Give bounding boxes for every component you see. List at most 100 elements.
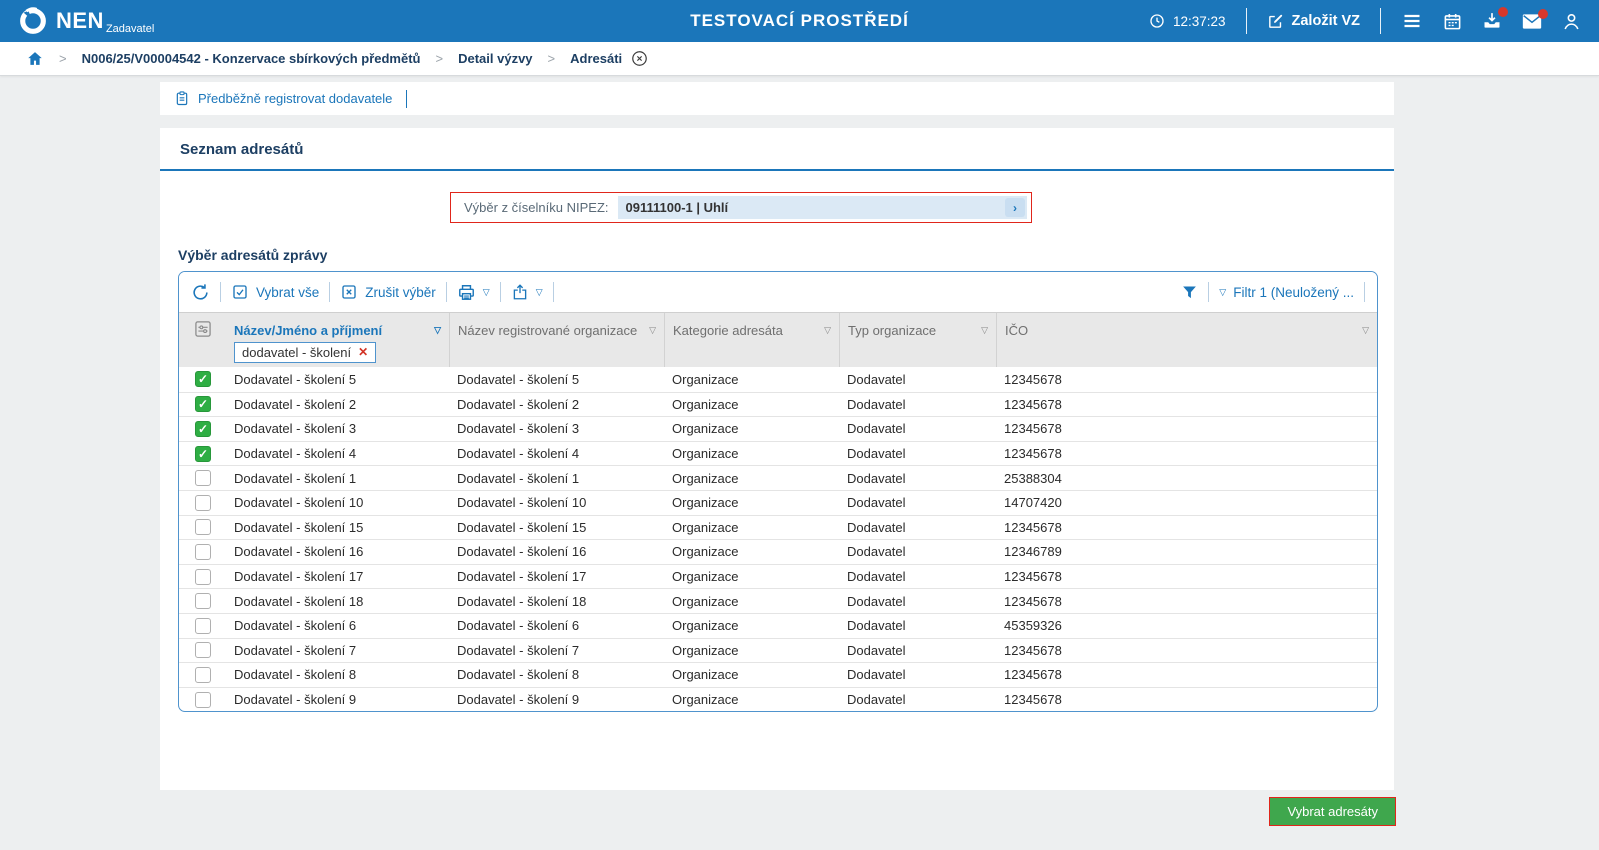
table-row[interactable]: Dodavatel - školení 7 Dodavatel - školen… xyxy=(179,638,1377,663)
table-section-title: Výběr adresátů zprávy xyxy=(178,247,1394,263)
hamburger-icon xyxy=(1401,11,1423,31)
app-logo[interactable]: NEN Zadavatel xyxy=(18,6,154,36)
column-filter-caret-icon[interactable]: ▽ xyxy=(1362,325,1369,336)
user-icon xyxy=(1562,12,1581,31)
select-all-button[interactable]: Vybrat vše xyxy=(231,283,319,301)
profile-button[interactable] xyxy=(1562,12,1581,31)
cell-org: Dodavatel - školení 5 xyxy=(449,372,664,387)
cell-org: Dodavatel - školení 8 xyxy=(449,667,664,682)
clear-selection-button[interactable]: Zrušit výběr xyxy=(340,283,436,301)
column-filter-caret-icon[interactable]: ▽ xyxy=(649,325,656,336)
calendar-button[interactable] xyxy=(1443,12,1462,31)
toolbar-divider xyxy=(1208,282,1209,302)
table-row[interactable]: Dodavatel - školení 5 Dodavatel - školen… xyxy=(179,367,1377,392)
row-checkbox[interactable] xyxy=(195,692,211,708)
toolbar-divider xyxy=(1364,282,1365,302)
cell-name: Dodavatel - školení 18 xyxy=(226,594,449,609)
messages-button[interactable] xyxy=(1522,13,1542,30)
breadcrumb-item-detail[interactable]: Detail výzvy xyxy=(458,51,532,66)
nipez-value-field[interactable]: 09111100-1 | Uhlí › xyxy=(618,196,1028,219)
table-row[interactable]: Dodavatel - školení 18 Dodavatel - škole… xyxy=(179,588,1377,613)
row-checkbox[interactable] xyxy=(195,396,211,412)
cell-org: Dodavatel - školení 6 xyxy=(449,618,664,633)
print-dropdown-caret-icon[interactable]: ▽ xyxy=(483,287,490,298)
toolbar-divider xyxy=(220,282,221,302)
print-button[interactable]: ▽ xyxy=(457,283,490,302)
column-header-name[interactable]: Název/Jméno a příjmení ▽ xyxy=(226,313,449,341)
row-checkbox[interactable] xyxy=(195,569,211,585)
table-row[interactable]: Dodavatel - školení 17 Dodavatel - škole… xyxy=(179,564,1377,589)
active-filter-chip[interactable]: dodavatel - školení ✕ xyxy=(234,342,376,363)
filter-funnel-icon[interactable] xyxy=(1181,284,1198,301)
table-row[interactable]: Dodavatel - školení 3 Dodavatel - školen… xyxy=(179,416,1377,441)
main-card: Seznam adresátů Výběr z číselníku NIPEZ:… xyxy=(160,128,1394,790)
row-checkbox[interactable] xyxy=(195,446,211,462)
column-header-org[interactable]: Název registrované organizace ▽ xyxy=(449,313,664,341)
cell-org: Dodavatel - školení 2 xyxy=(449,397,664,412)
toolbar-divider xyxy=(500,282,501,302)
column-filter-caret-icon[interactable]: ▽ xyxy=(981,325,988,336)
nipez-open-chevron-icon[interactable]: › xyxy=(1005,198,1025,217)
column-settings-button[interactable] xyxy=(179,313,226,341)
cell-orgtype: Dodavatel xyxy=(839,471,996,486)
cell-ico: 12345678 xyxy=(996,643,1377,658)
column-header-name-label: Název/Jméno a příjmení xyxy=(234,323,382,338)
checkbox-checked-icon xyxy=(231,283,249,301)
row-checkbox[interactable] xyxy=(195,495,211,511)
column-header-ico[interactable]: IČO ▽ xyxy=(996,313,1377,341)
table-row[interactable]: Dodavatel - školení 16 Dodavatel - škole… xyxy=(179,539,1377,564)
cell-org: Dodavatel - školení 10 xyxy=(449,495,664,510)
breadcrumb-separator: > xyxy=(548,51,556,66)
home-icon[interactable] xyxy=(26,50,44,67)
breadcrumb-item-contract[interactable]: N006/25/V00004542 - Konzervace sbírkovýc… xyxy=(82,51,421,66)
refresh-button[interactable] xyxy=(191,283,210,302)
brand-role: Zadavatel xyxy=(106,24,154,35)
column-header-org-label: Název registrované organizace xyxy=(458,323,637,338)
table-row[interactable]: Dodavatel - školení 6 Dodavatel - školen… xyxy=(179,613,1377,638)
remove-filter-icon[interactable]: ✕ xyxy=(358,345,368,359)
column-header-orgtype[interactable]: Typ organizace ▽ xyxy=(839,313,996,341)
create-vz-button[interactable]: Založit VZ xyxy=(1267,13,1360,30)
column-filter-caret-icon[interactable]: ▽ xyxy=(824,325,831,336)
menu-button[interactable] xyxy=(1401,11,1423,31)
preregister-supplier-link[interactable]: Předběžně registrovat dodavatele xyxy=(198,91,392,106)
clear-selection-label: Zrušit výběr xyxy=(365,285,436,300)
row-checkbox[interactable] xyxy=(195,470,211,486)
table-row[interactable]: Dodavatel - školení 4 Dodavatel - školen… xyxy=(179,441,1377,466)
cell-category: Organizace xyxy=(664,692,839,707)
select-addressees-button[interactable]: Vybrat adresáty xyxy=(1269,797,1396,826)
cell-ico: 12345678 xyxy=(996,421,1377,436)
table-row[interactable]: Dodavatel - školení 8 Dodavatel - školen… xyxy=(179,662,1377,687)
row-checkbox[interactable] xyxy=(195,642,211,658)
export-button[interactable]: ▽ xyxy=(511,283,543,301)
close-tab-icon[interactable] xyxy=(631,50,648,67)
breadcrumb-separator: > xyxy=(436,51,444,66)
column-header-category[interactable]: Kategorie adresáta ▽ xyxy=(664,313,839,341)
cell-name: Dodavatel - školení 9 xyxy=(226,692,449,707)
filter-dropdown-caret-icon[interactable]: ▽ xyxy=(1219,287,1226,298)
filter-selector[interactable]: ▽ Filtr 1 (Neuložený ... xyxy=(1219,285,1354,300)
cell-orgtype: Dodavatel xyxy=(839,692,996,707)
top-bar: NEN Zadavatel TESTOVACÍ PROSTŘEDÍ 12:37:… xyxy=(0,0,1599,42)
table-row[interactable]: Dodavatel - školení 1 Dodavatel - školen… xyxy=(179,465,1377,490)
table-row[interactable]: Dodavatel - školení 2 Dodavatel - školen… xyxy=(179,392,1377,417)
row-checkbox[interactable] xyxy=(195,371,211,387)
nipez-value: 09111100-1 | Uhlí xyxy=(626,200,729,215)
export-dropdown-caret-icon[interactable]: ▽ xyxy=(536,287,543,298)
row-checkbox[interactable] xyxy=(195,667,211,683)
table-row[interactable]: Dodavatel - školení 9 Dodavatel - školen… xyxy=(179,687,1377,712)
cell-name: Dodavatel - školení 3 xyxy=(226,421,449,436)
clock: 12:37:23 xyxy=(1149,13,1226,29)
cell-ico: 12345678 xyxy=(996,594,1377,609)
cell-name: Dodavatel - školení 15 xyxy=(226,520,449,535)
row-checkbox[interactable] xyxy=(195,618,211,634)
table-row[interactable]: Dodavatel - školení 15 Dodavatel - škole… xyxy=(179,515,1377,540)
row-checkbox[interactable] xyxy=(195,544,211,560)
row-checkbox[interactable] xyxy=(195,519,211,535)
table-row[interactable]: Dodavatel - školení 10 Dodavatel - škole… xyxy=(179,490,1377,515)
refresh-icon xyxy=(191,283,210,302)
row-checkbox[interactable] xyxy=(195,421,211,437)
column-filter-caret-icon[interactable]: ▽ xyxy=(434,325,441,336)
row-checkbox[interactable] xyxy=(195,593,211,609)
inbox-button[interactable] xyxy=(1482,11,1502,31)
